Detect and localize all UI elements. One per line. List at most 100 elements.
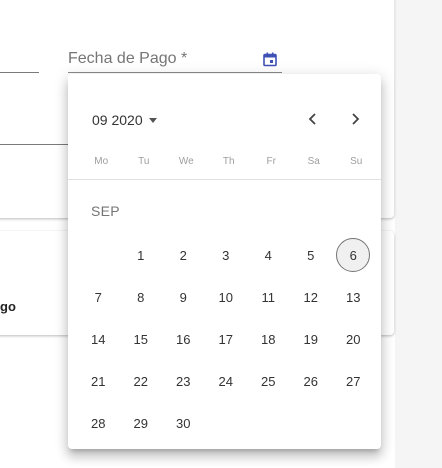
day-number: 12 [303, 289, 318, 305]
day-cell[interactable]: 22 [120, 360, 163, 402]
header-divider [68, 179, 381, 180]
day-number: 13 [346, 289, 361, 305]
previous-month-button[interactable] [301, 107, 325, 131]
day-number [336, 406, 370, 440]
calendar-icon[interactable] [263, 52, 277, 67]
background-panel [395, 0, 442, 468]
day-cell[interactable]: 8 [120, 276, 163, 318]
day-number [209, 406, 243, 440]
day-cell[interactable]: 9 [162, 276, 205, 318]
next-month-button[interactable] [343, 107, 367, 131]
day-cell[interactable]: 25 [247, 360, 290, 402]
day-number: 26 [303, 373, 318, 389]
weekday-fr: Fr [266, 156, 276, 167]
empty-day-cell [290, 402, 333, 444]
day-cell[interactable]: 16 [162, 318, 205, 360]
payment-date-field[interactable] [68, 72, 282, 73]
calendar-week-row: 28 29 30 [77, 402, 377, 444]
day-number: 28 [91, 415, 106, 431]
day-number: 4 [264, 247, 272, 263]
day-cell[interactable]: 20 [332, 318, 375, 360]
day-cell[interactable]: 11 [247, 276, 290, 318]
day-cell[interactable]: 21 [77, 360, 120, 402]
day-number: 29 [133, 415, 148, 431]
weekday-header: Mo Tu We Th Fr Sa Su [80, 156, 380, 167]
day-cell[interactable]: 3 [205, 234, 248, 276]
month-year-selector[interactable]: 09 2020 [92, 112, 157, 128]
day-cell[interactable]: 13 [332, 276, 375, 318]
day-cell[interactable]: 2 [162, 234, 205, 276]
day-number: 25 [261, 373, 276, 389]
field-underline-left-2 [0, 144, 68, 145]
day-cell[interactable]: 26 [290, 360, 333, 402]
calendar-week-row: 14 15 16 17 18 19 20 [77, 318, 377, 360]
day-number: 17 [218, 331, 233, 347]
day-cell[interactable]: 5 [290, 234, 333, 276]
day-cell-today[interactable]: 6 [332, 234, 375, 276]
day-number: 3 [222, 247, 230, 263]
day-number: 15 [133, 331, 148, 347]
day-cell[interactable]: 12 [290, 276, 333, 318]
day-cell[interactable]: 10 [205, 276, 248, 318]
day-number: 18 [261, 331, 276, 347]
day-cell[interactable]: 17 [205, 318, 248, 360]
weekday-we: We [178, 156, 194, 167]
day-cell[interactable]: 23 [162, 360, 205, 402]
day-number: 8 [137, 289, 145, 305]
weekday-th: Th [222, 156, 235, 167]
day-grid: 1 2 3 4 5 6 7 8 9 10 11 12 13 14 15 16 17 18 19 20 21 22 23 24 2… [77, 234, 377, 444]
empty-day-cell [247, 402, 290, 444]
dropdown-arrow-icon [148, 117, 157, 123]
day-number: 7 [94, 289, 102, 305]
weekday-sa: Sa [307, 156, 320, 167]
empty-day-cell [77, 234, 120, 276]
day-cell[interactable]: 27 [332, 360, 375, 402]
month-label: SEP [91, 203, 120, 219]
day-number: 16 [176, 331, 191, 347]
date-picker-popup: 09 2020 Mo Tu We Th Fr Sa Su SEP 1234567… [68, 74, 381, 449]
day-number: 14 [91, 331, 106, 347]
day-number: 21 [91, 373, 106, 389]
payment-date-label: Fecha de Pago * [68, 50, 188, 67]
calendar-week-row: 1 2 3 4 5 6 [77, 234, 377, 276]
day-cell[interactable]: 4 [247, 234, 290, 276]
empty-day-cell [332, 402, 375, 444]
day-number [251, 406, 285, 440]
day-cell[interactable]: 30 [162, 402, 205, 444]
month-year-label: 09 2020 [92, 112, 143, 128]
day-number: 24 [218, 373, 233, 389]
day-cell[interactable]: 7 [77, 276, 120, 318]
weekday-mo: Mo [94, 156, 109, 167]
day-number: 2 [179, 247, 187, 263]
day-number: 27 [346, 373, 361, 389]
day-number: 5 [307, 247, 315, 263]
page: go Fecha de Pago * 09 2020 Mo Tu We Th F… [0, 0, 442, 468]
day-cell[interactable]: 29 [120, 402, 163, 444]
day-number: 6 [336, 238, 371, 272]
day-cell[interactable]: 15 [120, 318, 163, 360]
day-number [294, 406, 328, 440]
empty-day-cell [205, 402, 248, 444]
day-number: 19 [303, 331, 318, 347]
day-number: 30 [176, 415, 191, 431]
chevron-right-icon [352, 113, 360, 125]
day-cell[interactable]: 19 [290, 318, 333, 360]
day-cell[interactable]: 14 [77, 318, 120, 360]
calendar-week-row: 21 22 23 24 25 26 27 [77, 360, 377, 402]
day-number: 22 [133, 373, 148, 389]
day-cell[interactable]: 1 [120, 234, 163, 276]
day-number: 9 [179, 289, 187, 305]
day-number: 23 [176, 373, 191, 389]
day-number [81, 238, 115, 272]
day-number: 10 [218, 289, 233, 305]
day-cell[interactable]: 24 [205, 360, 248, 402]
chevron-left-icon [308, 113, 316, 125]
weekday-tu: Tu [138, 156, 150, 167]
day-number: 20 [346, 331, 361, 347]
day-number: 11 [261, 289, 276, 305]
calendar-week-row: 7 8 9 10 11 12 13 [77, 276, 377, 318]
day-cell[interactable]: 18 [247, 318, 290, 360]
day-cell[interactable]: 28 [77, 402, 120, 444]
day-number: 1 [137, 247, 145, 263]
field-underline-left [0, 72, 39, 73]
